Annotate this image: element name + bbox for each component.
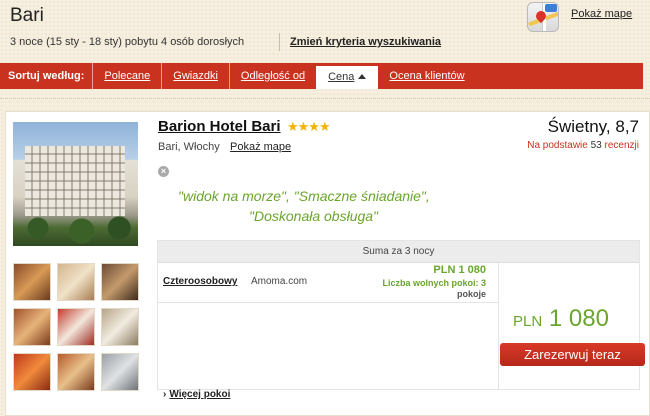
rating-score: Świetny, 8,7 bbox=[547, 117, 639, 136]
rooms-table: Suma za 3 nocy Czteroosobowy Amoma.com P… bbox=[157, 240, 645, 390]
star-rating: ★★★★ bbox=[287, 119, 331, 134]
caret-up-icon bbox=[358, 74, 367, 79]
room-provider: Amoma.com bbox=[251, 276, 308, 287]
availability-label: Liczba wolnych pokoi: 3 bbox=[382, 278, 486, 288]
review-count: 53 bbox=[590, 140, 602, 151]
thumbnail-photo[interactable] bbox=[13, 353, 51, 391]
change-criteria-link[interactable]: Zmień kryteria wyszukiwania bbox=[290, 36, 441, 48]
show-map-link[interactable]: Pokaż mape bbox=[230, 141, 291, 153]
thumbnail-photo[interactable] bbox=[101, 353, 139, 391]
thumbnail-photo[interactable] bbox=[57, 353, 95, 391]
sort-price[interactable]: Cena bbox=[316, 66, 379, 89]
thumbnail-photo[interactable] bbox=[101, 263, 139, 301]
hotel-location: Bari, Włochy bbox=[158, 141, 220, 153]
divider bbox=[498, 263, 499, 390]
thumbnail-photo[interactable] bbox=[13, 308, 51, 346]
sort-recommended[interactable]: Polecane bbox=[92, 63, 161, 89]
room-price: PLN 1 080 bbox=[433, 264, 486, 276]
thumbnail-photo[interactable] bbox=[57, 263, 95, 301]
rating-suffix: recenzji bbox=[604, 140, 639, 151]
map-icon[interactable] bbox=[527, 2, 559, 32]
room-row: Czteroosobowy Amoma.com PLN 1 080 Liczba… bbox=[158, 263, 498, 303]
review-quote: "Doskonała obsługa" bbox=[249, 208, 379, 224]
sort-label: Sortuj według: bbox=[8, 70, 85, 82]
rating-subtitle: Na podstawie 53 recenzji bbox=[527, 140, 639, 151]
rooms-table-header: Suma za 3 nocy bbox=[158, 241, 639, 263]
review-quote: "widok na morze", "Smaczne śniadanie", bbox=[178, 188, 430, 204]
sort-bar: Sortuj według: Polecane Gwiazdki Odległo… bbox=[0, 63, 643, 89]
sort-price-label: Cena bbox=[328, 71, 355, 83]
photo-thumbnails bbox=[13, 263, 141, 391]
thumbnail-photo[interactable] bbox=[101, 308, 139, 346]
hotel-card: Barion Hotel Bari ★★★★ Świetny, 8,7 Na p… bbox=[5, 111, 650, 416]
book-now-button[interactable]: Zarezerwuj teraz bbox=[500, 343, 645, 366]
thumbnail-photo[interactable] bbox=[13, 263, 51, 301]
room-type-link[interactable]: Czteroosobowy bbox=[163, 276, 237, 287]
sort-customer-rating[interactable]: Ocena klientów bbox=[378, 63, 475, 89]
hotel-main-photo[interactable] bbox=[13, 122, 138, 246]
thumbnail-photo[interactable] bbox=[57, 308, 95, 346]
divider bbox=[279, 33, 280, 51]
total-price: PLN 1 080 bbox=[513, 305, 609, 333]
availability-unit: pokoje bbox=[456, 289, 486, 299]
sort-stars[interactable]: Gwiazdki bbox=[161, 63, 229, 89]
total-amount: 1 080 bbox=[548, 305, 609, 332]
more-rooms-link[interactable]: › Więcej pokoi bbox=[163, 389, 230, 400]
divider bbox=[0, 98, 650, 99]
rating-prefix: Na podstawie bbox=[527, 140, 588, 151]
room-availability: Liczba wolnych pokoi: 3 pokoje bbox=[356, 278, 486, 300]
chevron-right-icon: › bbox=[163, 389, 167, 400]
page-title: Bari bbox=[10, 5, 44, 26]
total-currency: PLN bbox=[513, 313, 543, 330]
hotel-name-link[interactable]: Barion Hotel Bari bbox=[158, 118, 281, 135]
sort-distance[interactable]: Odległość od bbox=[228, 63, 316, 89]
close-icon[interactable]: × bbox=[158, 166, 169, 177]
more-rooms-label: Więcej pokoi bbox=[169, 389, 231, 400]
stay-info: 3 noce (15 sty - 18 sty) pobytu 4 osób d… bbox=[10, 36, 245, 48]
show-map-link[interactable]: Pokaż mape bbox=[571, 8, 632, 20]
